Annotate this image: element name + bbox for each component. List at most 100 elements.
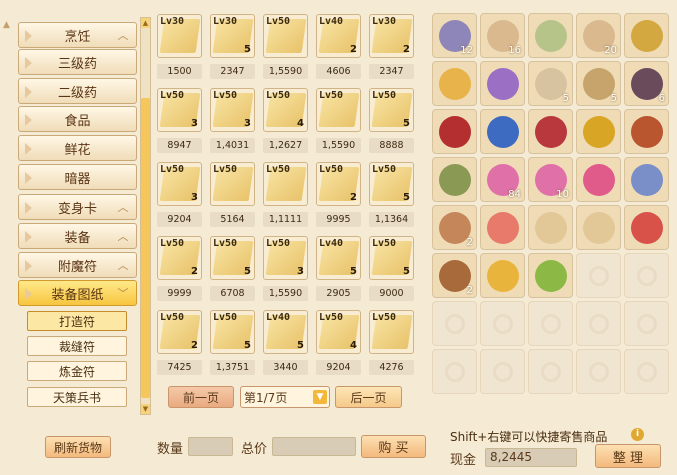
chevron-down-icon[interactable]: ▼ — [313, 390, 327, 404]
inventory-slot[interactable]: 16 — [480, 13, 525, 58]
category-9[interactable]: 附魔符 ︿ — [18, 252, 137, 278]
subcategory-item[interactable]: 裁缝符 — [27, 336, 127, 356]
scroll-down-icon[interactable]: ▼ — [141, 404, 150, 414]
inventory-slot[interactable] — [624, 205, 669, 250]
inventory-slot[interactable] — [624, 349, 669, 394]
next-page-button[interactable]: 后一页 — [335, 386, 402, 408]
prev-page-button[interactable]: 前一页 — [168, 386, 234, 408]
organize-button[interactable]: 整 理 — [595, 444, 661, 468]
goods-slot[interactable]: Lv50 2 — [316, 162, 361, 206]
goods-scrollbar[interactable]: ▲ ▼ — [140, 17, 151, 415]
category-2[interactable]: 三级药 — [18, 49, 137, 75]
inventory-slot[interactable] — [480, 253, 525, 298]
inventory-slot[interactable] — [480, 61, 525, 106]
page-select[interactable]: 第1/7页 ▼ — [240, 386, 330, 408]
chevron-up-icon[interactable]: ︿ — [115, 258, 131, 272]
quantity-input[interactable] — [188, 437, 233, 456]
category-scroll-up-icon[interactable]: ▲ — [3, 20, 10, 30]
scroll-up-icon[interactable]: ▲ — [141, 18, 150, 28]
inventory-slot[interactable] — [432, 301, 477, 346]
inventory-slot[interactable]: 5 — [528, 61, 573, 106]
inventory-slot[interactable] — [528, 253, 573, 298]
inventory-slot[interactable] — [528, 301, 573, 346]
inventory-slot[interactable] — [432, 349, 477, 394]
inventory-slot[interactable] — [576, 349, 621, 394]
goods-slot[interactable]: Lv50 — [316, 88, 361, 132]
inventory-slot[interactable] — [432, 61, 477, 106]
inventory-slot[interactable] — [480, 205, 525, 250]
info-icon[interactable]: i — [631, 428, 644, 441]
goods-slot[interactable]: Lv30 2 — [369, 14, 414, 58]
goods-slot[interactable]: Lv50 3 — [263, 236, 308, 280]
inventory-slot[interactable]: 20 — [576, 13, 621, 58]
inventory-slot[interactable] — [624, 253, 669, 298]
chevron-up-icon[interactable]: ︿ — [115, 28, 131, 42]
inventory-slot[interactable] — [528, 13, 573, 58]
inventory-slot[interactable] — [480, 109, 525, 154]
inventory-slot[interactable] — [480, 349, 525, 394]
goods-slot[interactable]: Lv50 — [369, 310, 414, 354]
category-4[interactable]: 食品 — [18, 106, 137, 132]
goods-slot[interactable]: Lv50 — [263, 162, 308, 206]
scrollbar-thumb[interactable] — [141, 98, 150, 398]
category-1[interactable]: 烹饪 ︿ — [18, 22, 137, 48]
chevron-up-icon[interactable]: ︿ — [115, 200, 131, 214]
buy-button[interactable]: 购 买 — [361, 435, 426, 458]
goods-slot[interactable]: Lv50 5 — [369, 236, 414, 280]
subcategory-item[interactable]: 天策兵书 — [27, 387, 127, 407]
category-6[interactable]: 暗器 — [18, 164, 137, 190]
inventory-slot[interactable] — [432, 109, 477, 154]
chevron-up-icon[interactable]: ︿ — [115, 229, 131, 243]
inventory-slot[interactable] — [576, 253, 621, 298]
inventory-slot[interactable] — [624, 109, 669, 154]
empty-slot-icon — [589, 266, 609, 286]
goods-slot[interactable]: Lv40 5 — [316, 236, 361, 280]
inventory-slot[interactable] — [576, 301, 621, 346]
inventory-slot[interactable]: 2 — [432, 205, 477, 250]
goods-slot[interactable]: Lv30 5 — [210, 14, 255, 58]
inventory-slot[interactable] — [528, 109, 573, 154]
goods-slot[interactable]: Lv50 — [210, 162, 255, 206]
category-10[interactable]: 装备图纸 ﹀ — [18, 280, 137, 306]
inventory-slot[interactable] — [576, 109, 621, 154]
inventory-slot[interactable] — [576, 157, 621, 202]
inventory-slot[interactable]: 12 — [432, 13, 477, 58]
inventory-slot[interactable] — [480, 301, 525, 346]
goods-slot[interactable]: Lv50 — [263, 14, 308, 58]
goods-slot[interactable]: Lv30 — [157, 14, 202, 58]
goods-slot[interactable]: Lv50 3 — [157, 88, 202, 132]
inventory-slot[interactable] — [432, 157, 477, 202]
goods-slot[interactable]: Lv50 5 — [210, 236, 255, 280]
goods-slot[interactable]: Lv50 3 — [157, 162, 202, 206]
goods-slot[interactable]: Lv50 2 — [157, 236, 202, 280]
goods-slot[interactable]: Lv50 5 — [369, 162, 414, 206]
refresh-goods-button[interactable]: 刷新货物 — [45, 436, 111, 458]
category-3[interactable]: 二级药 — [18, 78, 137, 104]
goods-slot[interactable]: Lv50 5 — [369, 88, 414, 132]
inventory-slot[interactable]: 84 — [480, 157, 525, 202]
subcategory-item[interactable]: 打造符 — [27, 311, 127, 331]
goods-slot[interactable]: Lv50 4 — [263, 88, 308, 132]
inventory-slot[interactable] — [624, 301, 669, 346]
level-label: Lv40 — [319, 16, 344, 27]
goods-slot[interactable]: Lv50 4 — [316, 310, 361, 354]
inventory-slot[interactable]: 6 — [624, 61, 669, 106]
inventory-slot[interactable] — [528, 205, 573, 250]
chevron-down-icon[interactable]: ﹀ — [115, 286, 131, 300]
goods-slot[interactable]: Lv50 2 — [157, 310, 202, 354]
inventory-slot[interactable]: 2 — [432, 253, 477, 298]
category-7[interactable]: 变身卡 ︿ — [18, 194, 137, 220]
subcategory-item[interactable]: 炼金符 — [27, 361, 127, 381]
inventory-slot[interactable] — [624, 13, 669, 58]
category-8[interactable]: 装备 ︿ — [18, 223, 137, 249]
inventory-slot[interactable] — [528, 349, 573, 394]
goods-slot[interactable]: Lv50 5 — [210, 310, 255, 354]
goods-slot[interactable]: Lv40 2 — [316, 14, 361, 58]
goods-slot[interactable]: Lv50 3 — [210, 88, 255, 132]
category-5[interactable]: 鲜花 — [18, 135, 137, 161]
goods-slot[interactable]: Lv40 5 — [263, 310, 308, 354]
inventory-slot[interactable]: 10 — [528, 157, 573, 202]
inventory-slot[interactable] — [624, 157, 669, 202]
inventory-slot[interactable] — [576, 205, 621, 250]
inventory-slot[interactable]: 5 — [576, 61, 621, 106]
